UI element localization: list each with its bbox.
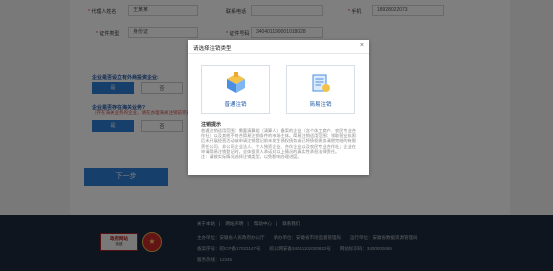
notice-text: 普通注销适用范围：需要清算组（清算人）备案的企业（含个体工商户、农民专业合作社）…	[201, 128, 357, 159]
dialog-divider	[188, 53, 369, 54]
notice-title: 注销提示	[201, 122, 222, 128]
dialog-title: 请选择注销类型	[193, 46, 232, 52]
notice-note: 注：请按实际情况选择注销类型，以免影响办理进度。	[201, 154, 302, 160]
option-simple-label: 简易注销	[309, 102, 332, 108]
notice-paragraph: 普通注销适用范围：需要清算组（清算人）备案的企业（含个体工商户、农民专业合作社）…	[201, 128, 356, 154]
box-icon	[227, 72, 245, 93]
option-simple-cancellation[interactable]: 简易注销	[286, 65, 355, 114]
cancellation-type-dialog: 请选择注销类型 × 普通注销 简易注销 注销提示 普通注销适用范围：需要清算组（…	[188, 40, 369, 175]
close-icon[interactable]: ×	[360, 42, 364, 49]
option-normal-label: 普通注销	[224, 102, 247, 108]
option-normal-cancellation[interactable]: 普通注销	[201, 65, 270, 114]
document-icon	[312, 74, 330, 92]
